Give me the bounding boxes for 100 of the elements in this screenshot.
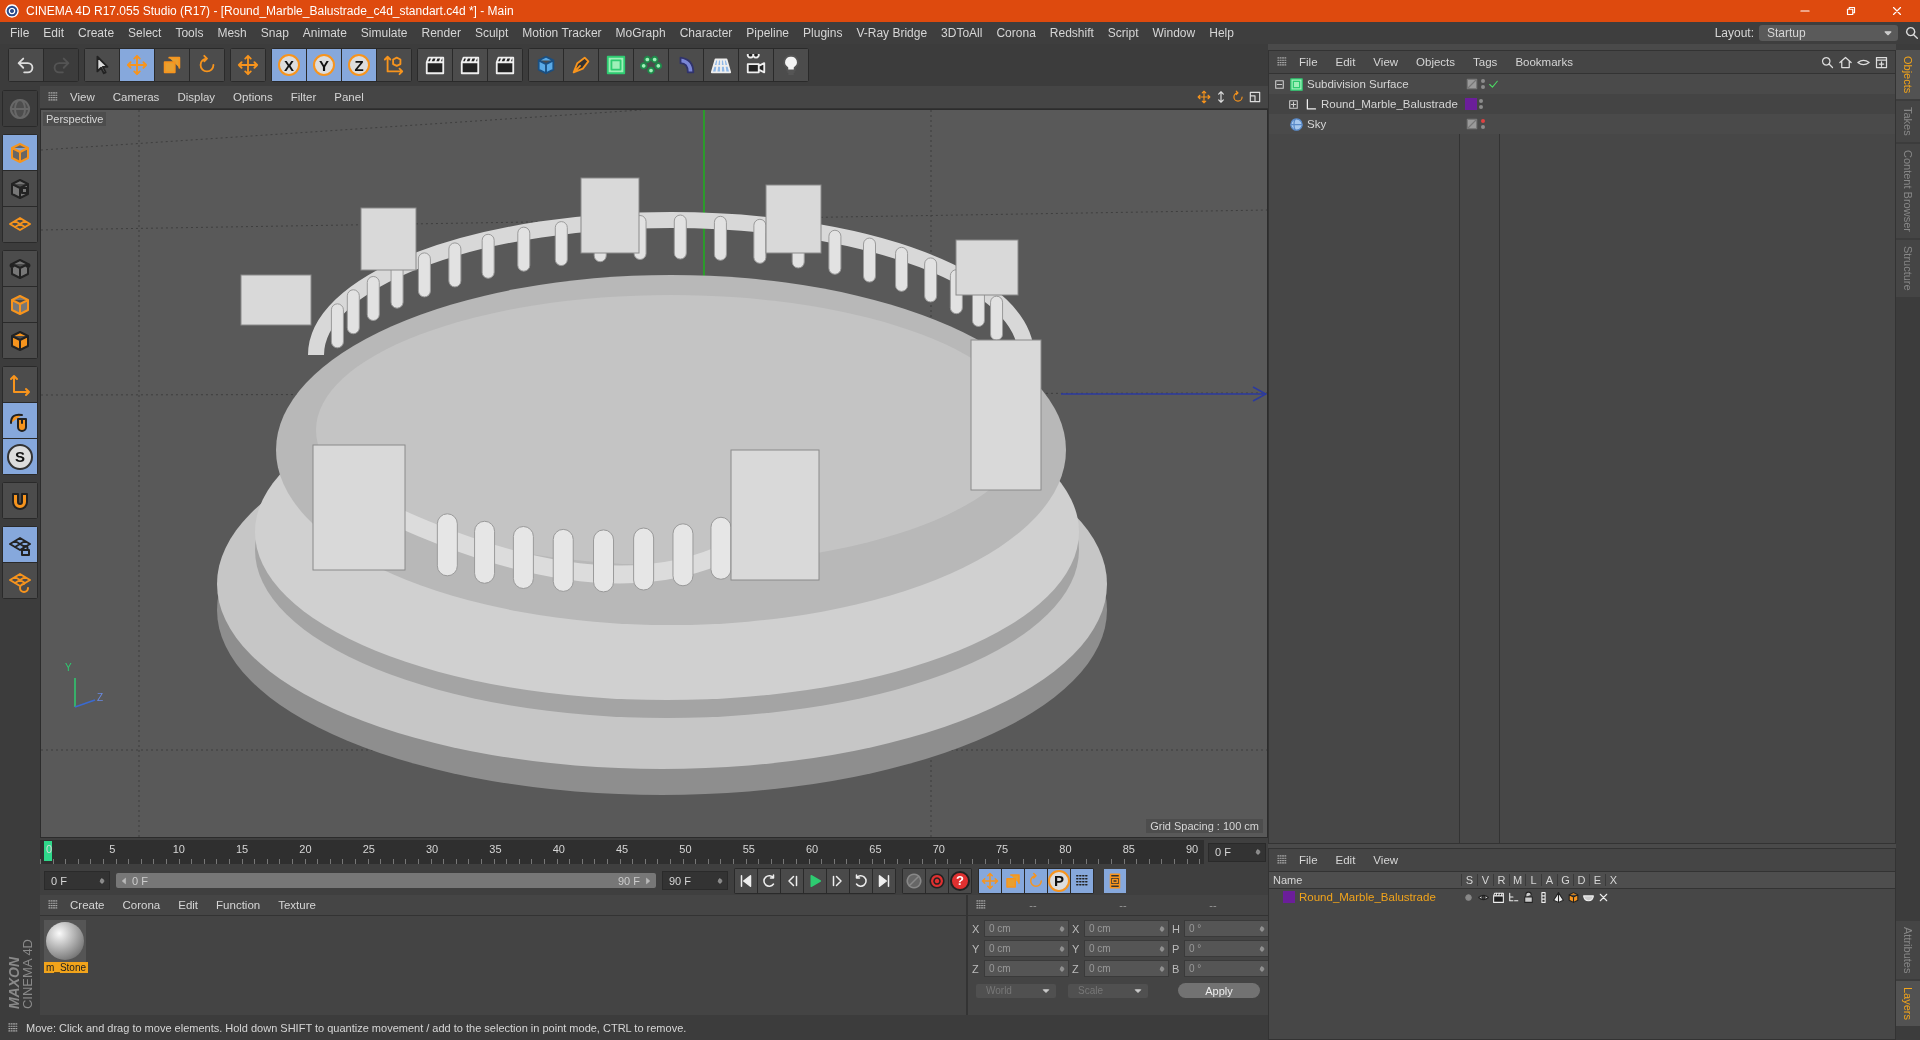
- toolbar-button[interactable]: [453, 49, 487, 81]
- menu-item[interactable]: 3DToAll: [934, 24, 990, 42]
- menu-item[interactable]: View: [1365, 55, 1407, 69]
- timeline-button[interactable]: [1104, 868, 1126, 893]
- menu-item[interactable]: Display: [169, 90, 224, 104]
- tool-button[interactable]: [3, 527, 37, 562]
- layer-swatch[interactable]: [1283, 891, 1295, 903]
- menu-item[interactable]: Snap: [253, 24, 296, 42]
- menu-item[interactable]: Character: [672, 24, 740, 42]
- clapperboard-icon[interactable]: [1492, 890, 1505, 904]
- record-button[interactable]: ?: [949, 868, 971, 893]
- record-button[interactable]: [903, 868, 925, 893]
- side-tab[interactable]: Objects: [1896, 50, 1920, 100]
- menu-item[interactable]: Texture: [270, 898, 324, 912]
- tool-button[interactable]: [3, 287, 37, 322]
- toolbar-button[interactable]: [564, 49, 598, 81]
- hierarchy-icon[interactable]: [1507, 890, 1520, 904]
- menu-item[interactable]: Plugins: [796, 24, 850, 42]
- menu-item[interactable]: Function: [208, 898, 269, 912]
- toolbar-button[interactable]: [739, 49, 773, 81]
- menu-item[interactable]: Create: [71, 24, 122, 42]
- playback-button[interactable]: [850, 868, 872, 893]
- toolbar-button[interactable]: X: [272, 49, 306, 81]
- end-frame-field[interactable]: 90 F: [662, 871, 728, 890]
- menu-item[interactable]: Pipeline: [739, 24, 797, 42]
- toolbar-button[interactable]: Y: [307, 49, 341, 81]
- expander[interactable]: [1273, 77, 1286, 91]
- menu-item[interactable]: Edit: [1327, 55, 1364, 69]
- visibility-dots[interactable]: [1481, 119, 1485, 129]
- apply-button[interactable]: Apply: [1178, 983, 1260, 998]
- tool-button[interactable]: [3, 251, 37, 286]
- playback-button[interactable]: [781, 868, 803, 893]
- key-button[interactable]: [979, 868, 1001, 893]
- menu-item[interactable]: Create: [62, 898, 113, 912]
- timeline-ruler[interactable]: 0 5 10 15 20 25 30 35 40 45 50 55 60 65 70 75 80 85 90: [40, 840, 1204, 864]
- menu-item[interactable]: Edit: [36, 24, 72, 42]
- playback-button[interactable]: [873, 868, 895, 893]
- menu-item[interactable]: Sculpt: [467, 24, 516, 42]
- tool-button[interactable]: [3, 171, 37, 206]
- side-tab[interactable]: Layers: [1896, 980, 1920, 1026]
- layout-dropdown[interactable]: Startup: [1759, 25, 1898, 41]
- current-frame-field[interactable]: 0 F: [1208, 842, 1266, 862]
- move-icon[interactable]: [1197, 90, 1211, 104]
- menu-item[interactable]: Tools: [168, 24, 211, 42]
- menu-item[interactable]: Objects: [1408, 55, 1464, 69]
- tool-button[interactable]: [3, 367, 37, 402]
- tool-button[interactable]: [3, 483, 37, 518]
- menu-item[interactable]: Redshift: [1042, 24, 1101, 42]
- menu-item[interactable]: Tags: [1465, 55, 1506, 69]
- pyramid-icon[interactable]: [1552, 890, 1565, 904]
- menu-item[interactable]: View: [62, 90, 103, 104]
- menu-item[interactable]: Mesh: [210, 24, 254, 42]
- padlock-icon[interactable]: [1522, 890, 1535, 904]
- menu-item[interactable]: File: [1291, 853, 1326, 867]
- toolbar-button[interactable]: Z: [342, 49, 376, 81]
- playback-button[interactable]: [758, 868, 780, 893]
- window-icon[interactable]: [1248, 90, 1262, 104]
- menu-item[interactable]: Panel: [326, 90, 372, 104]
- menu-item[interactable]: Filter: [282, 90, 325, 104]
- cube-face-icon[interactable]: [1567, 890, 1580, 904]
- menu-item[interactable]: File: [1291, 55, 1326, 69]
- toolbar-button[interactable]: [704, 49, 738, 81]
- menu-item[interactable]: Select: [121, 24, 169, 42]
- menu-item[interactable]: Simulate: [353, 24, 415, 42]
- menu-item[interactable]: Animate: [295, 24, 354, 42]
- menu-item[interactable]: Cameras: [104, 90, 168, 104]
- menu-item[interactable]: Script: [1100, 24, 1146, 42]
- start-frame-field[interactable]: 0 F: [44, 871, 110, 890]
- tool-button[interactable]: [3, 563, 37, 598]
- menu-item[interactable]: V-Ray Bridge: [849, 24, 935, 42]
- record-button[interactable]: [926, 868, 948, 893]
- tool-button[interactable]: [3, 323, 37, 358]
- menu-item[interactable]: Render: [414, 24, 468, 42]
- layer-swatch[interactable]: [1465, 98, 1477, 110]
- material-sphere[interactable]: [44, 920, 86, 962]
- rotate-icon[interactable]: [1231, 90, 1245, 104]
- toolbar-button[interactable]: [774, 49, 808, 81]
- menu-item[interactable]: Edit: [1327, 853, 1364, 867]
- key-button[interactable]: [1002, 868, 1024, 893]
- search-icon[interactable]: [1820, 54, 1835, 70]
- menu-item[interactable]: Window: [1145, 24, 1203, 42]
- menu-item[interactable]: Bookmarks: [1507, 55, 1581, 69]
- expander[interactable]: [1287, 97, 1300, 111]
- playback-button[interactable]: [804, 868, 826, 893]
- menu-item[interactable]: File: [3, 24, 37, 42]
- search-icon[interactable]: [1904, 25, 1920, 41]
- key-button[interactable]: P: [1048, 868, 1070, 893]
- menu-item[interactable]: View: [1365, 853, 1407, 867]
- material-name[interactable]: m_Stone: [44, 962, 89, 973]
- toolbar-button[interactable]: [599, 49, 633, 81]
- menu-item[interactable]: Edit: [170, 898, 207, 912]
- menu-item[interactable]: MoGraph: [608, 24, 673, 42]
- home-icon[interactable]: [1838, 54, 1853, 70]
- playback-button[interactable]: [827, 868, 849, 893]
- add-window-icon[interactable]: [1874, 54, 1889, 70]
- visibility-dots[interactable]: [1481, 79, 1485, 89]
- visibility-dots[interactable]: [1479, 99, 1483, 109]
- toolbar-button[interactable]: [488, 49, 522, 81]
- playback-button[interactable]: [735, 868, 757, 893]
- key-button[interactable]: [1071, 868, 1093, 893]
